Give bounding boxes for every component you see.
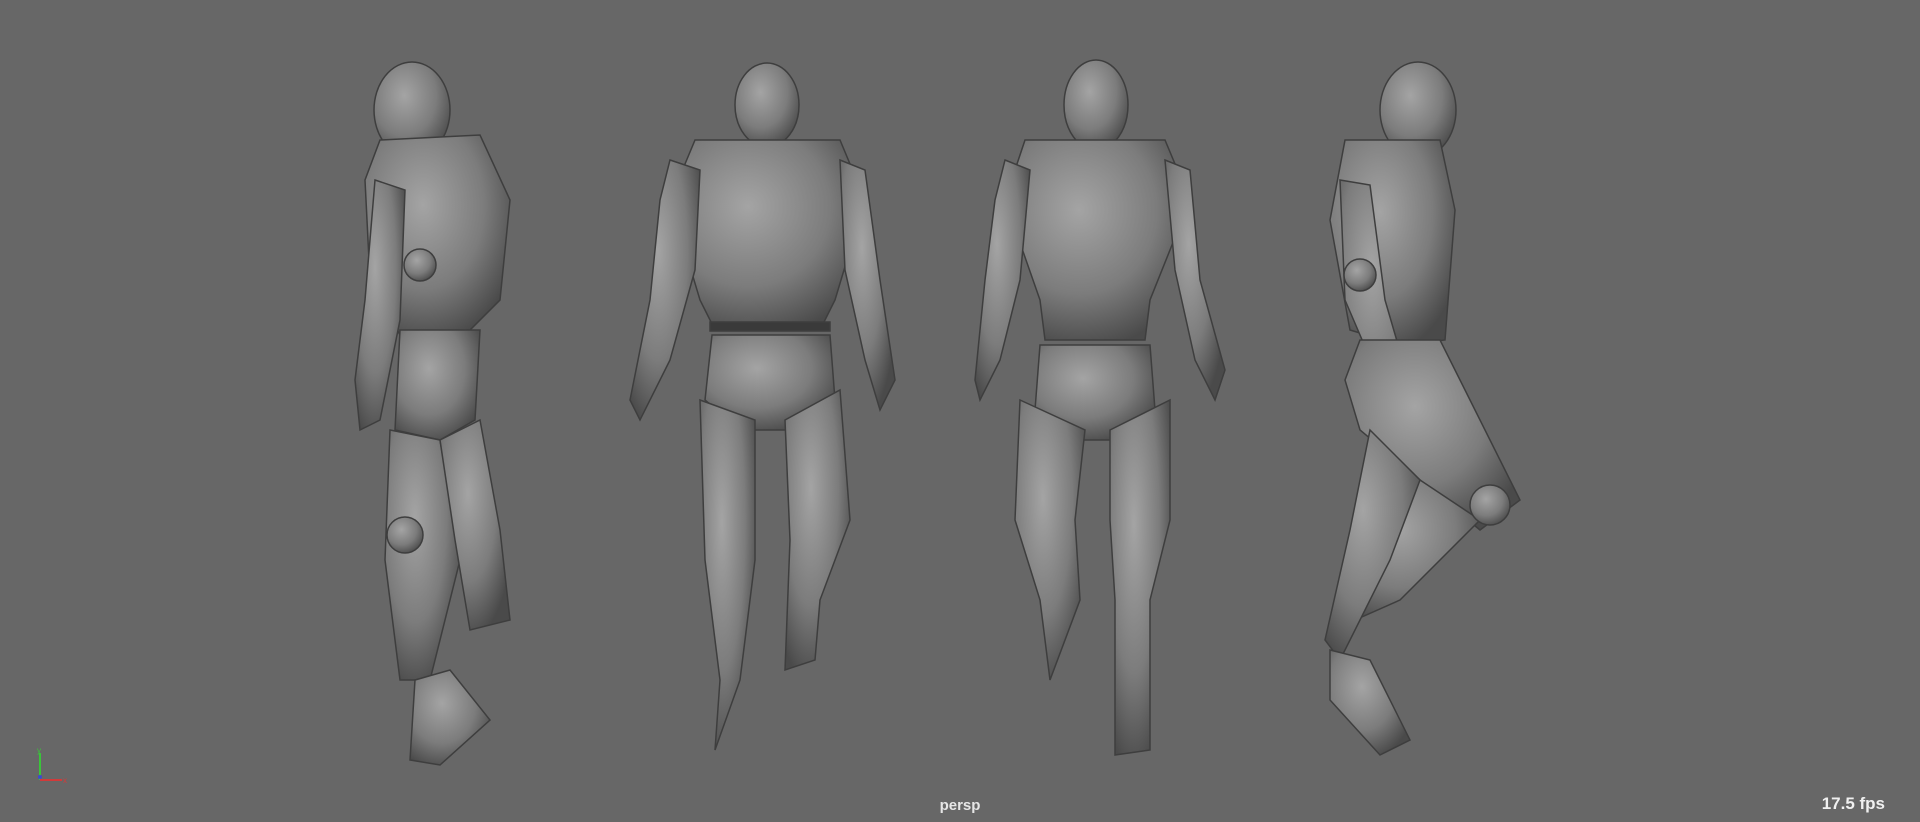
y-axis-label: y [37, 746, 41, 755]
model-front [974, 59, 1226, 756]
character-models [354, 59, 1521, 766]
z-axis-dot [38, 775, 42, 779]
model-back [629, 62, 896, 751]
fps-counter: 17.5 fps [1821, 794, 1885, 813]
camera-name-label: persp [939, 797, 981, 814]
x-axis-label: x [63, 776, 67, 785]
maya-perspective-viewport[interactable]: y x persp 17.5 fps [0, 0, 1920, 822]
model-side-right [1324, 61, 1521, 756]
model-side-left [354, 61, 511, 766]
axis-gizmo-icon: y x [37, 746, 67, 785]
